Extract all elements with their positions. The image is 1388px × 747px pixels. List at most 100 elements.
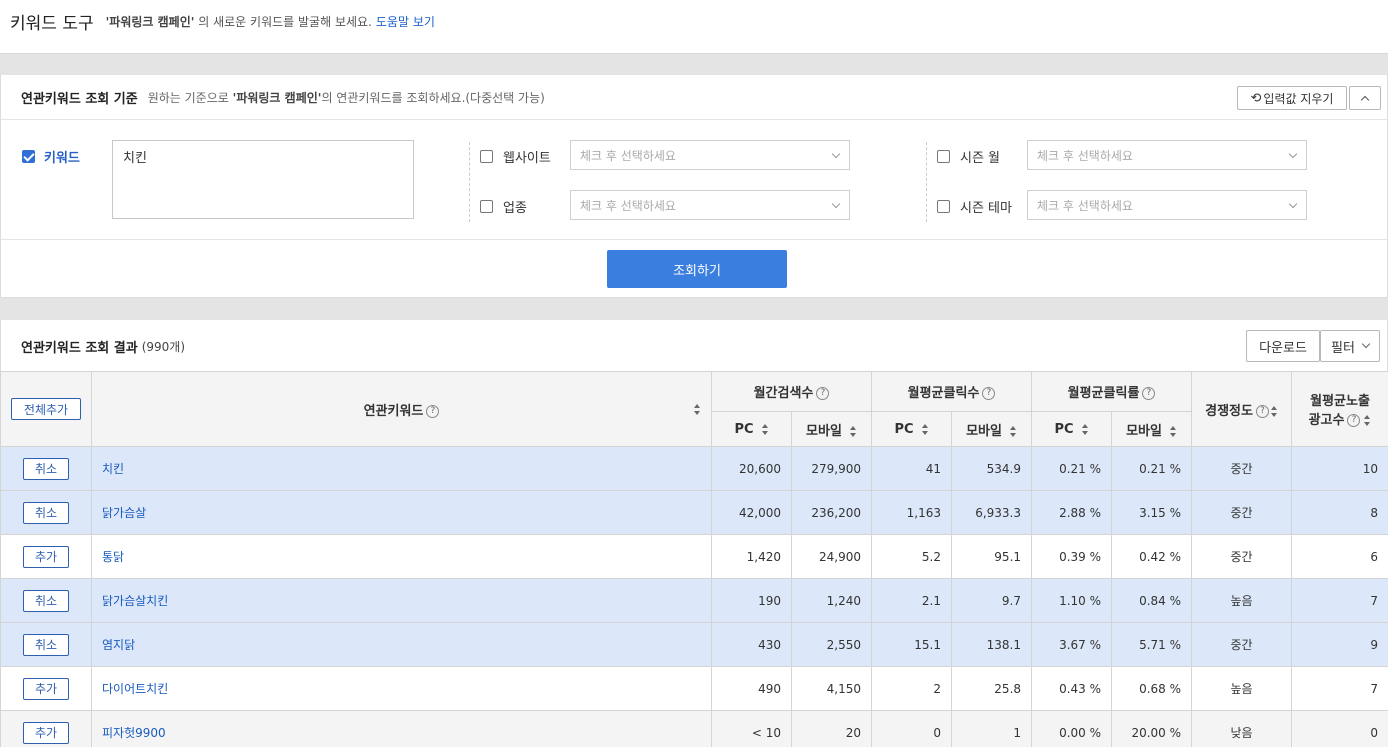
filter-button[interactable]: 필터 [1320,330,1380,362]
help-icon[interactable]: ? [1142,387,1156,400]
season-theme-label: 시즌 테마 [960,201,1012,216]
pc-label: PC [734,421,754,437]
help-icon[interactable]: ? [982,387,996,400]
pc-label: PC [1054,421,1074,437]
table-row: 취소 염지닭 430 2,550 15.1 138.1 3.67 % 5.71 % 중간 9 [0,622,1388,667]
row-action-button[interactable]: 추가 [23,677,69,700]
collapse-button[interactable] [1349,86,1381,110]
row-action-button[interactable]: 취소 [23,589,69,612]
mobile-label: 모바일 [1126,423,1162,439]
competition-cell: 높음 [1191,578,1293,623]
industry-select[interactable]: 체크 후 선택하세요 [570,190,850,220]
ad-count-label-1: 월평균노출 [1310,394,1370,409]
criteria-title: 연관키워드 조회 기준 [21,91,138,107]
results-header: 연관키워드 조회 결과 (990개) 다운로드 필터 [0,320,1388,372]
search-mobile-cell: 20 [791,710,872,747]
reset-input-button[interactable]: ⟲ 입력값 지우기 [1237,86,1347,110]
keyword-textarea[interactable]: 치킨 [112,140,414,219]
sort-icon[interactable] [1364,415,1371,426]
ctr-pc-header[interactable]: PC [1031,411,1113,447]
desc-campaign: '파워링크 캠페인' [232,90,322,105]
row-action-cell: 취소 [0,446,92,491]
row-action-button[interactable]: 추가 [23,721,69,744]
ctr-mobile-cell: 5.71 % [1111,622,1193,667]
competition-header[interactable]: 경쟁정도? [1191,371,1293,447]
avg-ctr-header: 월평균클릭률? [1031,371,1193,412]
help-icon[interactable]: ? [426,404,440,418]
ctr-pc-cell: 0.21 % [1031,446,1113,491]
add-all-button[interactable]: 전체추가 [11,398,81,420]
row-action-button[interactable]: 추가 [23,545,69,568]
keyword-label: 키워드 [44,151,80,166]
keyword-col-label: 연관키워드 [363,403,424,419]
industry-label: 업종 [503,201,527,216]
search-button[interactable]: 조회하기 [607,250,787,288]
sort-icon[interactable] [1081,423,1089,435]
row-action-cell: 취소 [0,578,92,623]
search-row: 조회하기 [1,240,1387,298]
keyword-header[interactable]: 연관키워드? [91,371,712,447]
keyword-checkbox[interactable] [22,150,35,163]
season-month-checkbox[interactable] [937,150,950,163]
help-icon[interactable]: ? [816,387,830,400]
ctr-mobile-cell: 0.42 % [1111,534,1193,579]
results-table: 전체추가 연관키워드? 월간검색수? 월평균클릭수? 월평균클릭률? 경쟁정도?… [0,371,1388,747]
season-month-select[interactable]: 체크 후 선택하세요 [1027,140,1307,170]
chevron-up-icon [1360,95,1370,104]
search-mobile-cell: 4,150 [791,666,872,711]
ad-count-cell: 10 [1291,446,1388,491]
keyword-cell[interactable]: 염지닭 [91,622,712,667]
industry-checkbox[interactable] [480,200,493,213]
row-action-cell: 취소 [0,490,92,535]
mobile-label: 모바일 [966,423,1002,439]
competition-cell: 중간 [1191,446,1293,491]
sort-icon[interactable] [921,423,929,435]
season-theme-checkbox[interactable] [937,200,950,213]
select-placeholder: 체크 후 선택하세요 [580,148,676,163]
website-checkbox[interactable] [480,150,493,163]
ad-count-cell: 9 [1291,622,1388,667]
sort-icon[interactable] [1009,425,1017,437]
avg-clicks-header: 월평균클릭수? [870,371,1033,412]
search-mobile-header[interactable]: 모바일 [791,411,872,447]
help-link[interactable]: 도움말 보기 [376,13,435,30]
season-theme-select[interactable]: 체크 후 선택하세요 [1027,190,1307,220]
keyword-cell[interactable]: 닭가슴살치킨 [91,578,712,623]
ad-count-cell: 8 [1291,490,1388,535]
help-icon[interactable]: ? [1255,404,1269,418]
search-pc-header[interactable]: PC [711,411,792,447]
help-icon[interactable]: ? [1347,414,1361,427]
row-action-cell: 취소 [0,622,92,667]
search-pc-cell: 490 [711,666,792,711]
click-pc-header[interactable]: PC [871,411,952,447]
keyword-cell[interactable]: 다이어트치킨 [91,666,712,711]
keyword-cell[interactable]: 피자헛9900 [91,710,712,747]
sort-icon[interactable] [694,404,701,415]
sort-icon[interactable] [1270,405,1278,417]
keyword-cell[interactable]: 통닭 [91,534,712,579]
click-pc-cell: 1,163 [871,490,952,535]
table-row: 추가 통닭 1,420 24,900 5.2 95.1 0.39 % 0.42 % 중간 6 [0,534,1388,579]
ad-count-header[interactable]: 월평균노출 광고수? [1291,371,1388,447]
keyword-cell[interactable]: 치킨 [91,446,712,491]
click-pc-cell: 2 [871,666,952,711]
keyword-cell[interactable]: 닭가슴살 [91,490,712,535]
click-mobile-header[interactable]: 모바일 [950,411,1033,447]
criteria-body: 키워드 치킨 웹사이트 체크 후 선택하세요 업종 체크 후 선택하세요 시즌 … [1,120,1387,240]
sort-icon[interactable] [1169,425,1177,437]
ctr-pc-cell: 0.39 % [1031,534,1113,579]
ctr-mobile-header[interactable]: 모바일 [1111,411,1193,447]
row-action-cell: 추가 [0,710,92,747]
row-action-button[interactable]: 취소 [23,457,69,480]
download-button[interactable]: 다운로드 [1246,330,1320,362]
divider [926,142,927,222]
sort-icon[interactable] [849,425,857,437]
search-pc-cell: 42,000 [711,490,792,535]
row-action-button[interactable]: 취소 [23,633,69,656]
criteria-header: 연관키워드 조회 기준 원하는 기준으로 '파워링크 캠페인'의 연관키워드를 … [1,75,1387,120]
row-action-button[interactable]: 취소 [23,501,69,524]
sort-icon[interactable] [761,423,769,435]
monthly-search-header: 월간검색수? [711,371,872,412]
website-select[interactable]: 체크 후 선택하세요 [570,140,850,170]
ad-count-cell: 7 [1291,578,1388,623]
